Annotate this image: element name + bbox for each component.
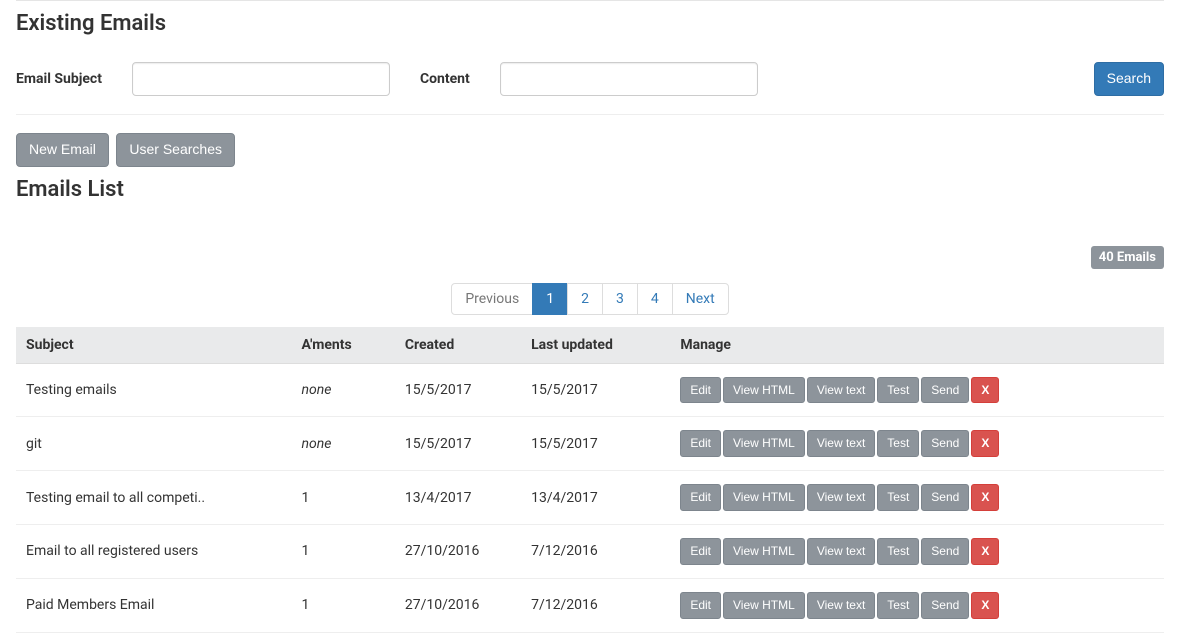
content-label: Content (420, 71, 470, 87)
view-text-button[interactable]: View text (807, 377, 875, 404)
emails-table: Subject A'ments Created Last updated Man… (16, 327, 1164, 633)
cell-subject: Testing email to all competi.. (16, 471, 292, 525)
cell-created: 27/10/2016 (395, 578, 521, 632)
cell-aments: none (292, 417, 395, 471)
pagination-page-3[interactable]: 3 (602, 283, 638, 315)
view-text-button[interactable]: View text (807, 430, 875, 457)
view-html-button[interactable]: View HTML (723, 484, 805, 511)
page-title: Existing Emails (16, 11, 1164, 36)
cell-aments: 1 (292, 471, 395, 525)
cell-updated: 7/12/2016 (521, 578, 670, 632)
delete-button[interactable]: X (971, 592, 999, 619)
pagination-page-2[interactable]: 2 (567, 283, 603, 315)
cell-aments: 1 (292, 524, 395, 578)
pagination-next[interactable]: Next (672, 283, 729, 315)
th-manage: Manage (670, 327, 1164, 364)
list-title: Emails List (16, 177, 1164, 202)
cell-subject: Paid Members Email (16, 578, 292, 632)
view-html-button[interactable]: View HTML (723, 430, 805, 457)
th-created: Created (395, 327, 521, 364)
th-aments: A'ments (292, 327, 395, 364)
cell-subject: Email to all registered users (16, 524, 292, 578)
pagination: Previous 1234 Next (451, 283, 728, 315)
cell-updated: 7/12/2016 (521, 524, 670, 578)
cell-subject: git (16, 417, 292, 471)
content-input[interactable] (500, 62, 758, 96)
view-text-button[interactable]: View text (807, 538, 875, 565)
edit-button[interactable]: Edit (680, 377, 721, 404)
delete-button[interactable]: X (971, 484, 999, 511)
table-row: Paid Members Email127/10/20167/12/2016Ed… (16, 578, 1164, 632)
cell-created: 27/10/2016 (395, 524, 521, 578)
pagination-previous[interactable]: Previous (451, 283, 533, 315)
th-updated: Last updated (521, 327, 670, 364)
send-button[interactable]: Send (921, 484, 969, 511)
table-row: Testing emailsnone15/5/201715/5/2017Edit… (16, 363, 1164, 417)
email-subject-label: Email Subject (16, 71, 102, 87)
table-row: Testing email to all competi..113/4/2017… (16, 471, 1164, 525)
delete-button[interactable]: X (971, 377, 999, 404)
cell-aments: 1 (292, 578, 395, 632)
view-html-button[interactable]: View HTML (723, 538, 805, 565)
delete-button[interactable]: X (971, 538, 999, 565)
cell-created: 15/5/2017 (395, 417, 521, 471)
test-button[interactable]: Test (877, 538, 919, 565)
edit-button[interactable]: Edit (680, 484, 721, 511)
cell-updated: 13/4/2017 (521, 471, 670, 525)
cell-created: 15/5/2017 (395, 363, 521, 417)
search-button[interactable]: Search (1094, 62, 1164, 96)
cell-manage: EditView HTMLView textTestSendX (670, 363, 1164, 417)
email-subject-input[interactable] (132, 62, 390, 96)
th-subject: Subject (16, 327, 292, 364)
cell-created: 13/4/2017 (395, 471, 521, 525)
delete-button[interactable]: X (971, 430, 999, 457)
table-row: gitnone15/5/201715/5/2017EditView HTMLVi… (16, 417, 1164, 471)
test-button[interactable]: Test (877, 484, 919, 511)
table-row: Email to all registered users127/10/2016… (16, 524, 1164, 578)
send-button[interactable]: Send (921, 538, 969, 565)
cell-updated: 15/5/2017 (521, 417, 670, 471)
pagination-page-1[interactable]: 1 (532, 283, 568, 315)
send-button[interactable]: Send (921, 377, 969, 404)
test-button[interactable]: Test (877, 592, 919, 619)
send-button[interactable]: Send (921, 592, 969, 619)
edit-button[interactable]: Edit (680, 430, 721, 457)
send-button[interactable]: Send (921, 430, 969, 457)
emails-count-badge: 40 Emails (1091, 246, 1164, 269)
user-searches-button[interactable]: User Searches (116, 133, 235, 167)
cell-aments: none (292, 363, 395, 417)
view-html-button[interactable]: View HTML (723, 592, 805, 619)
test-button[interactable]: Test (877, 430, 919, 457)
cell-manage: EditView HTMLView textTestSendX (670, 578, 1164, 632)
search-bar: Email Subject Content Search (16, 54, 1164, 115)
cell-updated: 15/5/2017 (521, 363, 670, 417)
view-html-button[interactable]: View HTML (723, 377, 805, 404)
new-email-button[interactable]: New Email (16, 133, 109, 167)
cell-manage: EditView HTMLView textTestSendX (670, 417, 1164, 471)
edit-button[interactable]: Edit (680, 538, 721, 565)
cell-subject: Testing emails (16, 363, 292, 417)
view-text-button[interactable]: View text (807, 484, 875, 511)
test-button[interactable]: Test (877, 377, 919, 404)
view-text-button[interactable]: View text (807, 592, 875, 619)
edit-button[interactable]: Edit (680, 592, 721, 619)
cell-manage: EditView HTMLView textTestSendX (670, 471, 1164, 525)
cell-manage: EditView HTMLView textTestSendX (670, 524, 1164, 578)
action-buttons-row: New Email User Searches (16, 133, 1164, 167)
pagination-page-4[interactable]: 4 (637, 283, 673, 315)
